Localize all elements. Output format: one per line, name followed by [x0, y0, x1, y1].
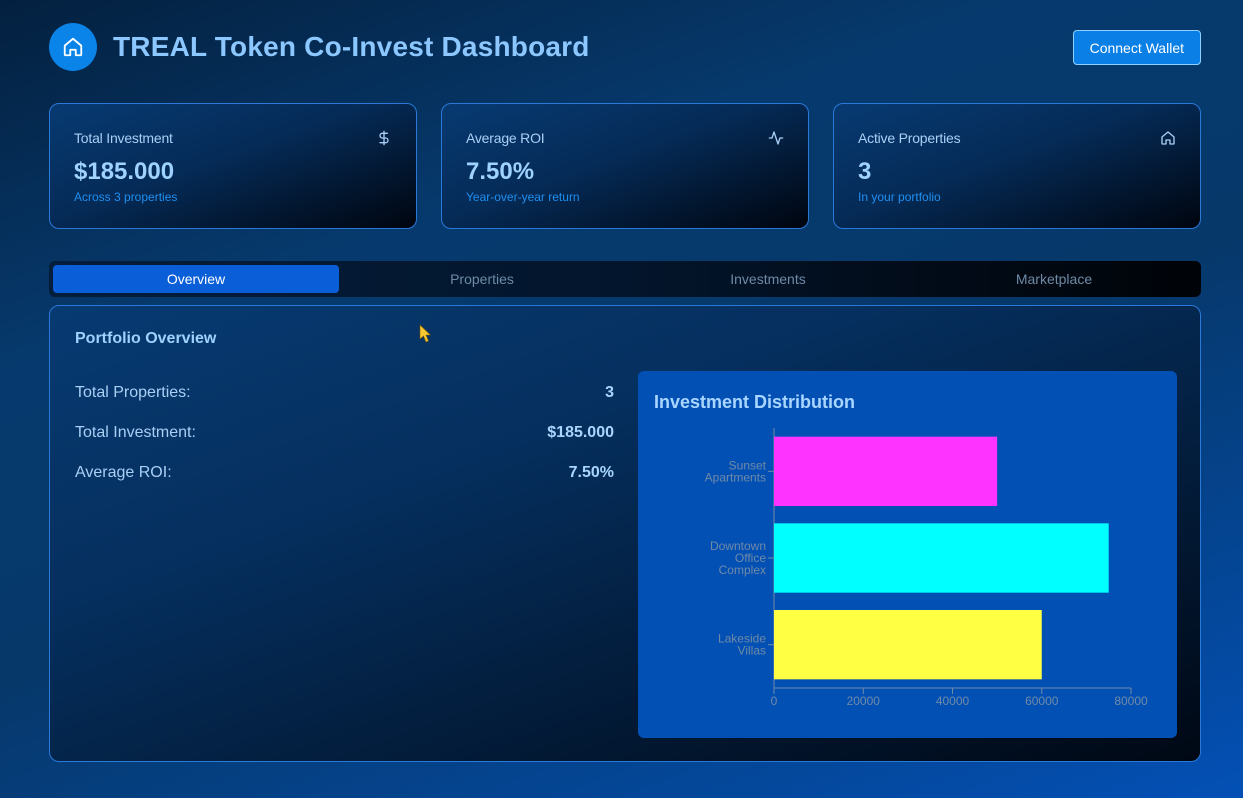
header: TREAL Token Co-Invest Dashboard Connect … [49, 23, 1201, 71]
chart-title: Investment Distribution [654, 392, 856, 412]
summary-label: Total Investment: [75, 424, 196, 441]
x-tick-label: 40000 [936, 694, 970, 708]
connect-wallet-button[interactable]: Connect Wallet [1072, 30, 1201, 65]
stat-value: $185.000 [74, 158, 175, 185]
mouse-cursor-icon [419, 324, 432, 343]
x-tick-label: 20000 [847, 694, 881, 708]
x-tick-label: 80000 [1114, 694, 1148, 708]
x-tick-label: 60000 [1025, 694, 1059, 708]
summary-row: Average ROI: 7.50% [75, 453, 614, 493]
summary-value: 3 [605, 384, 614, 401]
tab-overview[interactable]: Overview [53, 265, 339, 293]
panel-title: Portfolio Overview [75, 330, 217, 347]
y-tick-label: Sunset Apartments [705, 458, 767, 484]
stat-subtext: Across 3 properties [74, 190, 178, 204]
chart-svg: Sunset Apartments Downtown Office Complex Lak… [705, 428, 1148, 708]
stat-subtext: Year-over-year return [466, 190, 580, 204]
dollar-icon [379, 130, 389, 146]
stat-label: Average ROI [466, 130, 545, 146]
summary-value: 7.50% [568, 464, 614, 481]
stat-label: Active Properties [858, 130, 961, 146]
stat-value: 3 [858, 158, 872, 185]
stat-card-average-roi: Average ROI 7.50% Year-over-year return [441, 103, 809, 229]
summary-value: $185.000 [547, 424, 614, 441]
stat-card-active-properties: Active Properties 3 In your portfolio [833, 103, 1201, 229]
tab-bar: Overview Properties Investments Marketpl… [49, 261, 1201, 297]
y-tick-label: Downtown Office Complex [710, 539, 766, 577]
summary-row: Total Investment: $185.000 [75, 413, 614, 453]
stat-value: 7.50% [466, 158, 535, 185]
summary-label: Average ROI: [75, 464, 172, 481]
x-tick-label: 0 [771, 694, 778, 708]
stat-card-total-investment: Total Investment $185.000 Across 3 prope… [49, 103, 417, 229]
tab-investments[interactable]: Investments [625, 265, 911, 293]
summary-label: Total Properties: [75, 384, 191, 401]
stat-label: Total Investment [74, 130, 173, 146]
home-icon [1161, 131, 1175, 145]
stats-row: Total Investment $185.000 Across 3 prope… [49, 103, 1201, 229]
bar-1 [774, 523, 1109, 593]
y-tick-label: Lakeside Villas [718, 632, 766, 658]
bar-2 [774, 610, 1042, 680]
tab-marketplace[interactable]: Marketplace [911, 265, 1197, 293]
stat-subtext: In your portfolio [858, 190, 941, 204]
home-icon [63, 37, 83, 57]
logo [49, 23, 97, 71]
portfolio-overview-panel: Portfolio Overview Total Properties: 3 T… [49, 305, 1201, 762]
summary-row: Total Properties: 3 [75, 373, 614, 413]
page-title: TREAL Token Co-Invest Dashboard [113, 31, 590, 62]
summary-list: Total Properties: 3 Total Investment: $1… [75, 373, 614, 493]
investment-distribution-chart: Sunset Apartments Downtown Office Complex Lak… [638, 371, 1177, 738]
tab-properties[interactable]: Properties [339, 265, 625, 293]
activity-icon [768, 131, 784, 145]
bar-0 [774, 436, 998, 506]
